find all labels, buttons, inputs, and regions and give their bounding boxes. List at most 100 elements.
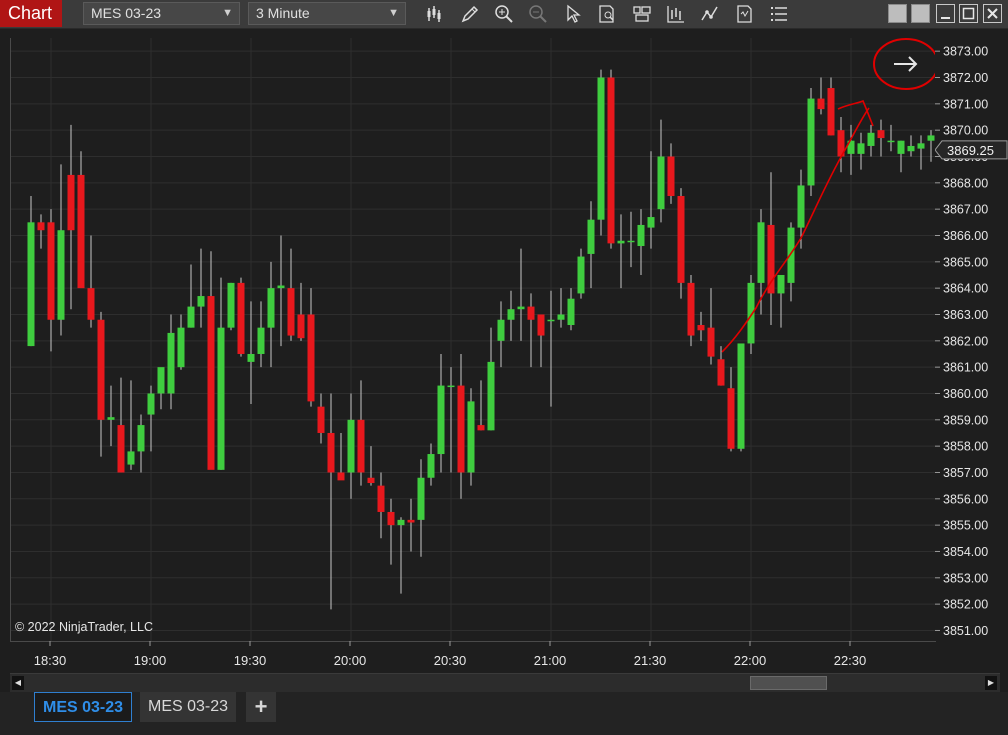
candle-down — [527, 306, 535, 320]
candle-up — [597, 77, 605, 220]
candle-up — [497, 319, 505, 341]
price-axis-labels: 3873.003872.003871.003870.003869.003868.… — [934, 45, 1008, 638]
price-tick-label: 3854.00 — [943, 545, 988, 559]
candle-down — [297, 314, 305, 339]
candle-up — [347, 419, 355, 473]
candle-up — [787, 227, 795, 283]
candle-down — [717, 359, 725, 386]
list-icon[interactable] — [762, 2, 796, 26]
candle-up — [557, 314, 565, 320]
time-tick-label: 22:30 — [834, 653, 867, 668]
scroll-left-arrow-icon[interactable]: ◀ — [12, 676, 24, 690]
candle-up — [907, 145, 915, 152]
candle-down — [87, 288, 95, 320]
zoom-out-icon[interactable] — [521, 2, 555, 26]
close-button[interactable] — [983, 4, 1002, 23]
candle-up — [137, 425, 145, 452]
price-tick-label: 3855.00 — [943, 519, 988, 533]
minimize-button[interactable] — [936, 4, 955, 23]
candle-down — [377, 485, 385, 512]
add-tab-button[interactable]: + — [246, 692, 276, 722]
candle-up — [247, 353, 255, 362]
annotation-trend-arrow — [721, 107, 870, 353]
chart-plot-area[interactable]: © 2022 NinjaTrader, LLC — [10, 38, 995, 642]
candle-down — [207, 296, 215, 470]
candle-down — [307, 314, 315, 402]
candle-up — [27, 222, 35, 347]
candle-up — [167, 332, 175, 394]
time-axis[interactable]: 18:30 19:00 19:30 20:00 20:30 21:00 21:30 22:00… — [10, 641, 935, 673]
strategies-icon[interactable] — [693, 2, 727, 26]
time-tick-label: 18:30 — [34, 653, 67, 668]
candle-down — [37, 222, 45, 231]
candle-down — [697, 325, 705, 331]
interval-selector[interactable]: 3 Minute ▼ — [248, 2, 406, 25]
properties-icon[interactable] — [728, 2, 762, 26]
candle-up — [577, 256, 585, 294]
candle-down — [407, 519, 415, 523]
price-tick-label: 3860.00 — [943, 387, 988, 401]
price-tick-label: 3864.00 — [943, 282, 988, 296]
candle-down — [327, 432, 335, 473]
price-tick-label: 3865.00 — [943, 255, 988, 269]
drawing-tool-icon[interactable] — [452, 2, 486, 26]
chart-tab-bar: MES 03-23 MES 03-23 + — [0, 692, 1008, 735]
pointer-icon[interactable] — [556, 2, 590, 26]
time-tick-label: 21:30 — [634, 653, 667, 668]
scroll-thumb[interactable] — [750, 676, 827, 690]
indicators-icon[interactable] — [659, 2, 693, 26]
price-tick-label: 3859.00 — [943, 413, 988, 427]
maximize-button[interactable] — [959, 4, 978, 23]
templates-icon[interactable] — [624, 2, 658, 26]
candle-up — [427, 454, 435, 478]
candle-up — [507, 309, 515, 320]
price-tick-label: 3871.00 — [943, 97, 988, 111]
candle-down — [877, 130, 885, 139]
candle-up — [417, 477, 425, 520]
price-axis[interactable]: 3873.003872.003871.003870.003869.003868.… — [934, 38, 1008, 641]
price-tick-label: 3861.00 — [943, 361, 988, 375]
time-tick-label: 20:30 — [434, 653, 467, 668]
candlestick-chart: © 2022 NinjaTrader, LLC — [11, 38, 995, 641]
price-tick-label: 3868.00 — [943, 176, 988, 190]
price-tick-label: 3852.00 — [943, 598, 988, 612]
time-tick-label: 19:00 — [134, 653, 167, 668]
candle-up — [637, 224, 645, 247]
restore-gray-button[interactable] — [911, 4, 930, 23]
time-tick-label: 21:00 — [534, 653, 567, 668]
scroll-right-arrow-icon[interactable]: ▶ — [985, 676, 997, 690]
candle-up — [647, 217, 655, 228]
candle-up — [797, 185, 805, 228]
tab-mes-03-23[interactable]: MES 03-23 — [140, 692, 237, 722]
last-price-label: 3869.25 — [947, 143, 994, 158]
copyright-text: © 2022 NinjaTrader, LLC — [15, 620, 153, 634]
minimize-gray-button[interactable] — [888, 4, 907, 23]
price-tick-label: 3872.00 — [943, 71, 988, 85]
candle-up — [147, 393, 155, 415]
zoom-in-icon[interactable] — [487, 2, 521, 26]
price-tick-label: 3858.00 — [943, 440, 988, 454]
candle-up — [107, 417, 115, 420]
instrument-selector[interactable]: MES 03-23 ▼ — [83, 2, 240, 25]
candle-up — [487, 361, 495, 431]
data-box-icon[interactable] — [590, 2, 624, 26]
chevron-down-icon: ▼ — [222, 7, 233, 19]
candle-up — [867, 132, 875, 146]
candle-up — [467, 401, 475, 473]
candle-up — [257, 327, 265, 354]
price-tick-label: 3873.00 — [943, 45, 988, 59]
tab-mes-03-23-active[interactable]: MES 03-23 — [34, 692, 133, 722]
candle-down — [287, 288, 295, 336]
candle-down — [677, 195, 685, 283]
candle-up — [897, 140, 905, 154]
candle-up — [447, 385, 455, 388]
candle-down — [687, 282, 695, 336]
price-tick-label: 3862.00 — [943, 334, 988, 348]
candle-down — [817, 98, 825, 110]
price-tick-label: 3853.00 — [943, 571, 988, 585]
horizontal-scrollbar[interactable]: ◀ ▶ — [10, 673, 1000, 694]
candle-up — [217, 327, 225, 470]
bar-type-icon[interactable] — [418, 2, 452, 26]
candle-up — [657, 156, 665, 210]
chart-window-tab[interactable]: Chart — [0, 0, 62, 27]
